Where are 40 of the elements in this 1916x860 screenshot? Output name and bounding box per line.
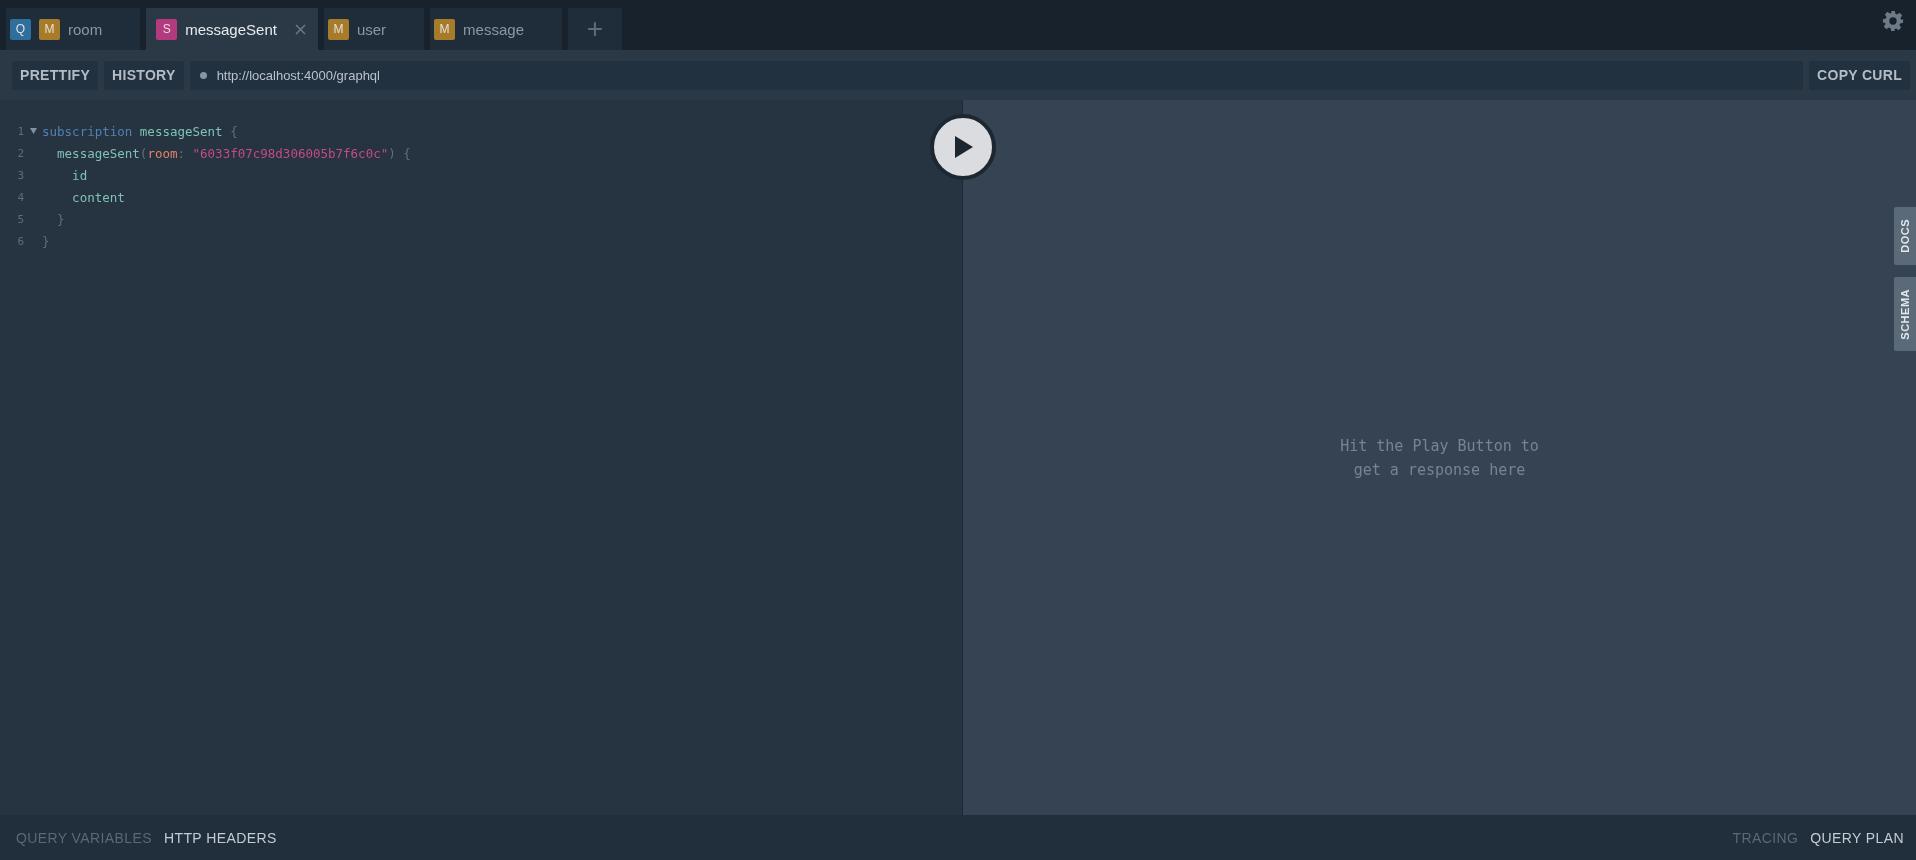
line-number: 5 — [16, 212, 24, 226]
side-tab[interactable]: DOCS — [1894, 207, 1916, 265]
line-number: 6 — [16, 234, 24, 248]
url-field[interactable]: http://localhost:4000/graphql — [189, 60, 1804, 90]
operation-badge: M — [434, 18, 456, 40]
toolbar-button[interactable]: PRETTIFY — [12, 60, 99, 90]
tab-label: message — [463, 20, 524, 38]
operation-badge: S — [156, 18, 178, 40]
status-dot-icon — [199, 71, 207, 79]
tab-label: room — [68, 20, 103, 38]
line-number: 2 — [16, 146, 24, 160]
close-icon[interactable] — [294, 23, 306, 35]
panel-tab[interactable]: QUERY PLAN — [1806, 827, 1908, 848]
fold-arrow-icon[interactable] — [29, 128, 37, 134]
code-line: messageSent(room: "6033f07c98d306005b7f6c0c") { — [56, 145, 411, 161]
query-tab[interactable]: M message — [430, 8, 562, 50]
query-tab[interactable]: S messageSent — [146, 8, 318, 50]
code-line: } — [56, 211, 65, 227]
play-icon — [952, 135, 974, 159]
code-line: subscription messageSent { — [42, 123, 238, 139]
code-line: } — [42, 233, 50, 249]
tab-label: user — [356, 20, 387, 38]
query-tab[interactable]: M user — [323, 8, 425, 50]
operation-badge: M — [39, 18, 60, 40]
side-tab[interactable]: SCHEMA — [1894, 276, 1916, 352]
line-number: 4 — [16, 190, 24, 204]
line-number: 1 — [16, 124, 24, 138]
line-number: 3 — [16, 168, 24, 182]
query-tab[interactable]: Q M room — [6, 8, 141, 50]
tab-label: messageSent — [185, 20, 277, 38]
code-line: content — [71, 189, 125, 205]
panel-tab[interactable]: HTTP HEADERS — [159, 827, 281, 848]
toolbar-button[interactable]: HISTORY — [104, 60, 184, 90]
settings-icon[interactable] — [1882, 10, 1904, 32]
operation-badge: M — [327, 18, 349, 40]
code-line: id — [71, 167, 88, 183]
operation-badge: Q — [10, 18, 31, 40]
empty-result-message: Hit the Play Button to get a response here — [1340, 435, 1539, 481]
new-tab-button[interactable]: + — [568, 8, 622, 50]
copy-curl-button[interactable]: COPY CURL — [1809, 60, 1910, 90]
